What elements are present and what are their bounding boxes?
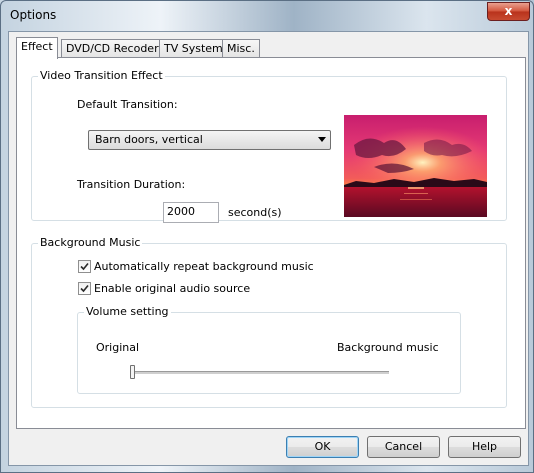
volume-background-label: Background music — [337, 341, 439, 354]
help-button-label: Help — [471, 440, 498, 453]
checkmark-icon — [80, 284, 89, 293]
default-transition-value: Barn doors, vertical — [95, 133, 203, 146]
volume-setting-group-title: Volume setting — [84, 305, 171, 318]
tab-panel-effect: Video Transition Effect Default Transiti… — [16, 57, 526, 429]
transition-preview-image — [344, 115, 487, 217]
volume-slider-track[interactable] — [131, 371, 389, 375]
tab-misc[interactable]: Misc. — [222, 39, 260, 58]
video-transition-group-title: Video Transition Effect — [38, 69, 165, 82]
transition-duration-input-box[interactable] — [163, 202, 219, 223]
tab-tv-system[interactable]: TV System — [159, 39, 228, 58]
sunset-preview — [344, 115, 487, 217]
duration-unit-label: second(s) — [228, 206, 282, 219]
tab-dvd-cd-recoder-label: DVD/CD Recoder — [66, 42, 159, 55]
dialog-client-area: Effect DVD/CD Recoder TV System Misc. Vi… — [8, 31, 529, 466]
default-transition-select[interactable]: Barn doors, vertical — [88, 130, 331, 150]
transition-duration-label: Transition Duration: — [77, 178, 186, 191]
volume-slider-thumb[interactable] — [130, 365, 135, 379]
tab-dvd-cd-recoder[interactable]: DVD/CD Recoder — [61, 39, 164, 58]
ok-button[interactable]: OK — [286, 436, 359, 458]
tab-effect[interactable]: Effect — [16, 37, 58, 59]
repeat-music-checkbox[interactable] — [78, 260, 91, 273]
background-music-group: Background Music Automatically repeat ba… — [31, 236, 507, 408]
background-music-group-title: Background Music — [38, 236, 143, 249]
title-bar[interactable]: Options x — [1, 1, 534, 30]
chevron-down-icon — [318, 137, 326, 142]
original-audio-label: Enable original audio source — [94, 282, 251, 295]
cancel-button-label: Cancel — [384, 440, 423, 453]
video-transition-group: Video Transition Effect Default Transiti… — [31, 69, 507, 223]
ok-button-label: OK — [314, 440, 331, 453]
volume-original-label: Original — [96, 341, 140, 354]
close-button[interactable]: x — [487, 2, 530, 21]
tab-tv-system-label: TV System — [164, 42, 223, 55]
close-icon: x — [504, 4, 513, 18]
repeat-music-label: Automatically repeat background music — [94, 260, 314, 273]
transition-duration-input[interactable] — [164, 203, 218, 220]
volume-setting-group: Volume setting Original Background music — [77, 305, 461, 394]
tab-effect-label: Effect — [21, 40, 53, 53]
checkmark-icon — [80, 262, 89, 271]
window-title: Options — [10, 8, 57, 22]
dialog-window: Options x Effect DVD/CD Recoder TV Syste… — [0, 0, 534, 473]
original-audio-checkbox[interactable] — [78, 282, 91, 295]
tab-misc-label: Misc. — [227, 42, 255, 55]
default-transition-label: Default Transition: — [77, 98, 178, 111]
cancel-button[interactable]: Cancel — [367, 436, 440, 458]
help-button[interactable]: Help — [448, 436, 521, 458]
